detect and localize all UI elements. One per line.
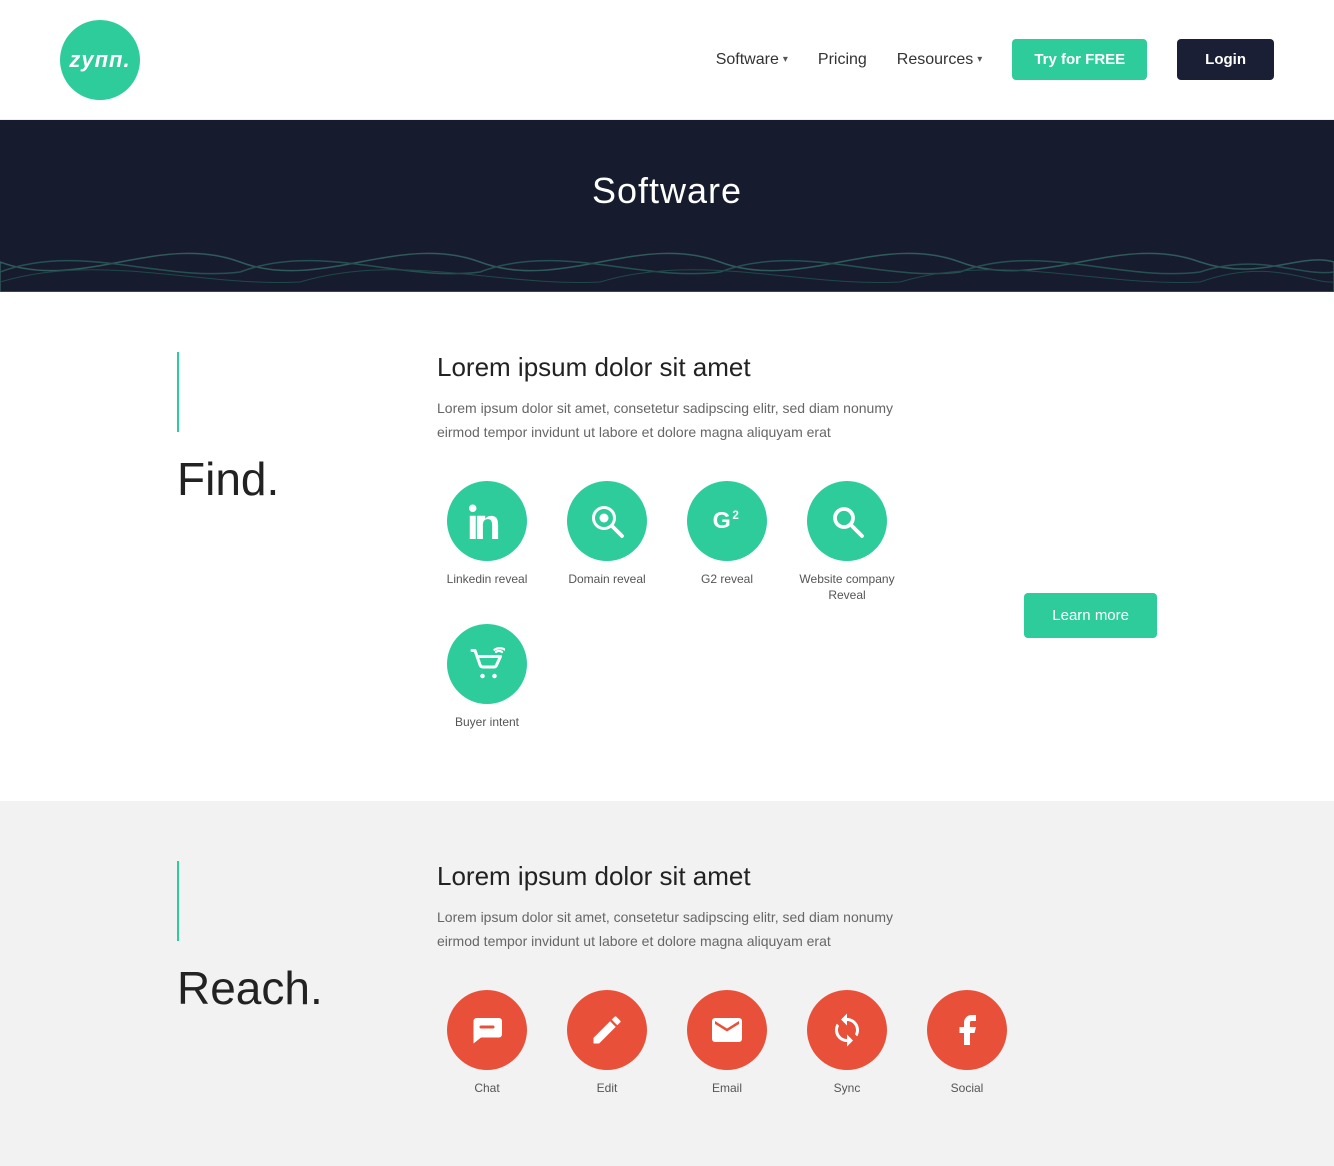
chat-icon — [469, 1012, 505, 1048]
social-label: Social — [951, 1080, 984, 1097]
reach-heading: Reach. — [177, 961, 323, 1015]
sync-item: Sync — [797, 990, 897, 1097]
svg-text:G: G — [713, 507, 731, 533]
linkedin-icon — [469, 503, 505, 539]
find-description: Lorem ipsum dolor sit amet, consetetur s… — [437, 397, 937, 445]
reach-section: Reach. Lorem ipsum dolor sit amet Lorem … — [0, 801, 1334, 1166]
find-heading: Find. — [177, 452, 279, 506]
nav-pricing[interactable]: Pricing — [818, 51, 867, 69]
website-icon-circle — [807, 481, 887, 561]
reach-description: Lorem ipsum dolor sit amet, consetetur s… — [437, 906, 937, 954]
reach-icons-row: Chat Edit — [437, 990, 1157, 1097]
find-title: Lorem ipsum dolor sit amet — [437, 352, 1157, 383]
edit-item: Edit — [557, 990, 657, 1097]
find-section-inner: Find. Lorem ipsum dolor sit amet Lorem i… — [117, 352, 1217, 731]
domain-icon-circle — [567, 481, 647, 561]
buyer-intent-label: Buyer intent — [455, 714, 519, 731]
reach-section-left: Reach. — [177, 861, 377, 1015]
g2-icon-circle: G 2 — [687, 481, 767, 561]
edit-icon — [589, 1012, 625, 1048]
sync-icon-circle — [807, 990, 887, 1070]
email-item: Email — [677, 990, 777, 1097]
reach-section-inner: Reach. Lorem ipsum dolor sit amet Lorem … — [117, 861, 1217, 1096]
linkedin-reveal-item: Linkedin reveal — [437, 481, 537, 605]
reach-title: Lorem ipsum dolor sit amet — [437, 861, 1157, 892]
chevron-down-icon: ▾ — [783, 54, 788, 65]
edit-icon-circle — [567, 990, 647, 1070]
nav-resources[interactable]: Resources ▾ — [897, 51, 983, 69]
find-section-right: Lorem ipsum dolor sit amet Lorem ipsum d… — [437, 352, 1157, 731]
linkedin-icon-circle — [447, 481, 527, 561]
social-item: Social — [917, 990, 1017, 1097]
g2-label: G2 reveal — [701, 571, 753, 588]
section-line — [177, 352, 179, 432]
logo[interactable]: zyпп. — [60, 20, 140, 100]
login-button[interactable]: Login — [1177, 39, 1274, 80]
buyer-intent-icon-circle — [447, 624, 527, 704]
chat-item: Chat — [437, 990, 537, 1097]
domain-reveal-item: Domain reveal — [557, 481, 657, 605]
header: zyпп. Software ▾ Pricing Resources ▾ Try… — [0, 0, 1334, 120]
nav-software[interactable]: Software ▾ — [716, 51, 788, 69]
g2-reveal-item: G 2 G2 reveal — [677, 481, 777, 605]
svg-text:2: 2 — [732, 509, 739, 522]
logo-text: zyпп. — [69, 47, 130, 73]
reach-section-right: Lorem ipsum dolor sit amet Lorem ipsum d… — [437, 861, 1157, 1096]
wave-decoration — [0, 232, 1334, 292]
email-label: Email — [712, 1080, 742, 1097]
try-free-button[interactable]: Try for FREE — [1012, 39, 1147, 80]
search-globe-icon — [589, 503, 625, 539]
find-section: Find. Lorem ipsum dolor sit amet Lorem i… — [0, 292, 1334, 801]
cart-icon — [469, 646, 505, 682]
social-icon-circle — [927, 990, 1007, 1070]
chat-icon-circle — [447, 990, 527, 1070]
chat-label: Chat — [474, 1080, 499, 1097]
find-icons-row: Linkedin reveal Domain reveal G — [437, 481, 1157, 731]
buyer-intent-item: Buyer intent — [437, 624, 537, 731]
edit-label: Edit — [597, 1080, 618, 1097]
chevron-down-icon: ▾ — [977, 54, 982, 65]
hero-banner: Software — [0, 120, 1334, 292]
email-icon — [709, 1012, 745, 1048]
domain-label: Domain reveal — [568, 571, 645, 588]
find-section-left: Find. — [177, 352, 377, 506]
find-icons-group: Linkedin reveal Domain reveal G — [437, 481, 1004, 731]
sync-icon — [829, 1012, 865, 1048]
main-nav: Software ▾ Pricing Resources ▾ Try for F… — [716, 39, 1274, 80]
website-company-item: Website company Reveal — [797, 481, 897, 605]
section-line-reach — [177, 861, 179, 941]
hero-title: Software — [20, 170, 1314, 212]
learn-more-button[interactable]: Learn more — [1024, 593, 1157, 638]
website-label: Website company Reveal — [797, 571, 897, 605]
sync-label: Sync — [834, 1080, 861, 1097]
email-icon-circle — [687, 990, 767, 1070]
facebook-icon — [949, 1012, 985, 1048]
g2-icon: G 2 — [709, 503, 745, 539]
linkedin-label: Linkedin reveal — [447, 571, 528, 588]
search-icon — [829, 503, 865, 539]
